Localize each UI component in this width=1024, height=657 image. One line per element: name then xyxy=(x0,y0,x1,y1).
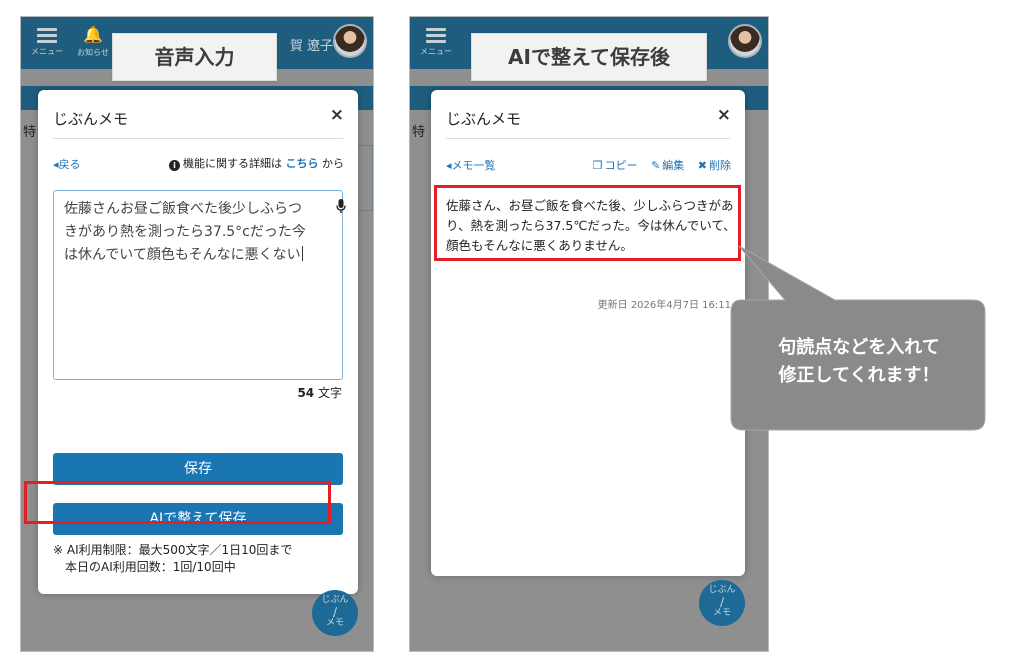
memo-input-text: 佐藤さんお昼ご飯食べた後少しふらつきがあり熱を測ったら37.5°cだった今は休ん… xyxy=(64,201,306,263)
text-cursor xyxy=(301,246,303,261)
background-heading: 特 xyxy=(23,125,37,140)
info-icon: i xyxy=(169,160,180,171)
character-count-value: 54 xyxy=(297,386,315,400)
notifications-button[interactable]: 🔔 お知らせ xyxy=(73,25,113,67)
pencil-icon: ∕ xyxy=(332,605,338,619)
memo-input[interactable]: 佐藤さんお昼ご飯食べた後少しふらつきがあり熱を測ったら37.5°cだった今は休ん… xyxy=(53,190,343,380)
ai-usage-count: 本日のAI利用回数：1回/10回中 xyxy=(65,560,236,574)
hamburger-icon xyxy=(37,28,57,31)
copy-label: コピー xyxy=(604,159,638,172)
callout-bubble xyxy=(730,245,986,431)
memo-fab-button[interactable]: じぶん ∕ メモ xyxy=(312,590,358,636)
back-link[interactable]: ◂戻る xyxy=(53,156,81,172)
updated-date: 更新日 2026年4月7日 16:11 xyxy=(597,300,731,311)
memo-modal: じぶんメモ × ◂メモ一覧 ❐ コピー ✎ 編集 ✖ 削除 佐藤さん、お昼ご飯を食べた… xyxy=(431,90,745,576)
close-icon[interactable]: × xyxy=(330,106,344,124)
ai-save-highlight xyxy=(24,481,331,524)
memo-text-highlight xyxy=(434,185,741,261)
microphone-icon[interactable] xyxy=(336,199,346,218)
character-count: 54 文字 xyxy=(297,384,342,401)
fab-label-top: じぶん xyxy=(321,595,349,605)
hamburger-icon xyxy=(37,34,57,37)
close-icon[interactable]: × xyxy=(717,106,731,124)
divider xyxy=(446,138,730,139)
hamburger-icon xyxy=(37,40,57,43)
background-heading: 特 xyxy=(412,125,426,140)
avatar[interactable] xyxy=(333,24,367,58)
ai-limit-text: ※ AI利用制限：最大500文字／1日10回まで xyxy=(53,543,293,557)
menu-button[interactable]: メニュー xyxy=(418,24,454,66)
hamburger-icon xyxy=(426,40,446,43)
edit-button[interactable]: ✎ 編集 xyxy=(651,159,684,172)
fab-label-bottom: メモ xyxy=(712,608,731,618)
background-card xyxy=(357,145,373,211)
menu-label: メニュー xyxy=(31,47,63,56)
avatar[interactable] xyxy=(728,24,762,58)
info-text: 機能に関する詳細は xyxy=(183,157,282,170)
left-phone-screen: メニュー 🔔 お知らせ 賀 遼子 特 じぶんメモ × ◂戻る i 機能に関する詳細… xyxy=(20,16,374,652)
user-name: 賀 遼子 xyxy=(289,39,333,54)
memo-fab-button[interactable]: じぶん ∕ メモ xyxy=(699,580,745,626)
callout-line-2: 修正してくれます！ xyxy=(778,365,940,386)
memo-list-label: メモ一覧 xyxy=(451,159,496,172)
menu-button[interactable]: メニュー xyxy=(29,24,65,66)
ai-usage-note: ※ AI利用制限：最大500文字／1日10回まで 本日のAI利用回数：1回/10… xyxy=(53,542,292,576)
feature-info: i 機能に関する詳細は こちら から xyxy=(169,155,344,171)
delete-button[interactable]: ✖ 削除 xyxy=(698,159,731,172)
character-count-unit: 文字 xyxy=(317,386,342,400)
back-label: 戻る xyxy=(58,158,81,171)
delete-label: 削除 xyxy=(709,159,731,172)
copy-icon: ❐ xyxy=(592,159,603,172)
hamburger-icon xyxy=(426,34,446,37)
fab-label-bottom: メモ xyxy=(325,618,344,628)
memo-actions: ❐ コピー ✎ 編集 ✖ 削除 xyxy=(583,157,731,173)
details-link[interactable]: こちら xyxy=(286,157,319,170)
callout-line-1: 句読点などを入れて xyxy=(778,337,940,358)
divider xyxy=(53,138,343,139)
callout-text: 句読点などを入れて 修正してくれます！ xyxy=(735,334,983,390)
pencil-icon: ∕ xyxy=(719,595,725,609)
copy-button[interactable]: ❐ コピー xyxy=(593,159,638,172)
edit-label: 編集 xyxy=(662,159,685,172)
caption-voice-input: 音声入力 xyxy=(112,33,277,81)
menu-label: メニュー xyxy=(420,47,452,56)
info-suffix: から xyxy=(322,157,344,170)
bell-icon: 🔔 xyxy=(83,25,103,44)
edit-icon: ✎ xyxy=(651,159,661,172)
right-phone-screen: メニュー 特 じぶんメモ × ◂メモ一覧 ❐ コピー ✎ 編集 ✖ 削除 佐藤さん、お… xyxy=(409,16,769,652)
modal-title: じぶんメモ xyxy=(53,110,129,128)
memo-list-link[interactable]: ◂メモ一覧 xyxy=(446,157,496,173)
modal-title: じぶんメモ xyxy=(446,110,522,128)
hamburger-icon xyxy=(426,28,446,31)
notifications-label: お知らせ xyxy=(77,48,109,57)
fab-label-top: じぶん xyxy=(708,585,736,595)
delete-icon: ✖ xyxy=(697,159,707,172)
caption-after-ai-save: AIで整えて保存後 xyxy=(471,33,707,81)
